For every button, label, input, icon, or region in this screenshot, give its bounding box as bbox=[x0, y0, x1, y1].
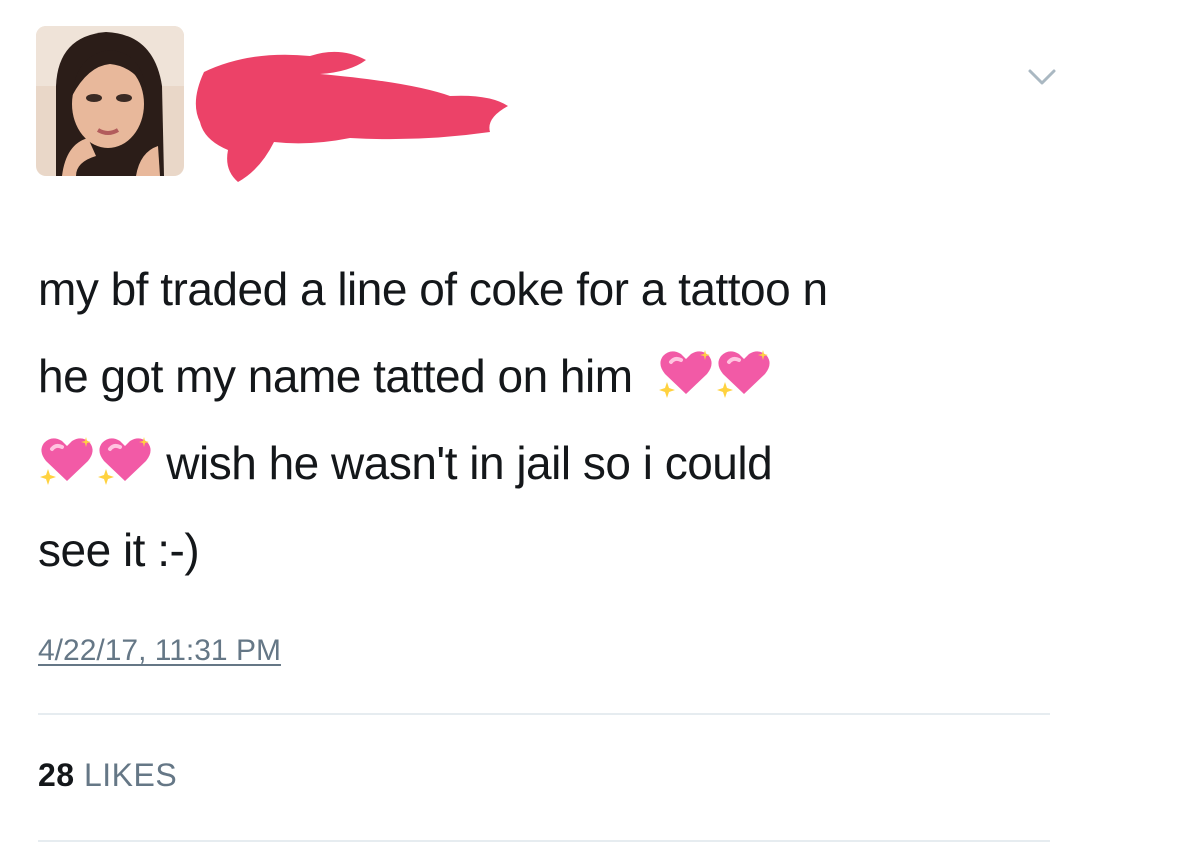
tweet-text: my bf traded a line of coke for a tattoo… bbox=[38, 246, 1078, 594]
sparkling-heart-icon bbox=[657, 348, 715, 398]
tweet-text-line-3-text: wish he wasn't in jail so i could bbox=[166, 437, 773, 489]
avatar[interactable] bbox=[36, 26, 184, 176]
likes-number: 28 bbox=[38, 757, 75, 793]
sparkling-heart-icon bbox=[715, 348, 773, 398]
sparkling-heart-icon bbox=[96, 435, 154, 485]
sparkling-heart-icon bbox=[38, 435, 96, 485]
tweet-text-line-4: see it :-) bbox=[38, 524, 200, 576]
tweet-text-line-2: he got my name tatted on him bbox=[38, 333, 1078, 420]
tweet-text-line-1: my bf traded a line of coke for a tattoo… bbox=[38, 263, 828, 315]
likes-label: LIKES bbox=[83, 757, 178, 793]
divider bbox=[38, 840, 1050, 842]
divider bbox=[38, 713, 1050, 715]
tweet-text-line-3: wish he wasn't in jail so i could bbox=[38, 420, 1078, 507]
username-redaction bbox=[190, 42, 520, 197]
chevron-down-icon[interactable] bbox=[1024, 62, 1060, 92]
tweet-timestamp[interactable]: 4/22/17, 11:31 PM bbox=[38, 634, 281, 668]
likes-count[interactable]: 28 LIKES bbox=[38, 757, 177, 794]
tweet-card: my bf traded a line of coke for a tattoo… bbox=[0, 0, 1200, 843]
tweet-text-line-2-text: he got my name tatted on him bbox=[38, 350, 633, 402]
